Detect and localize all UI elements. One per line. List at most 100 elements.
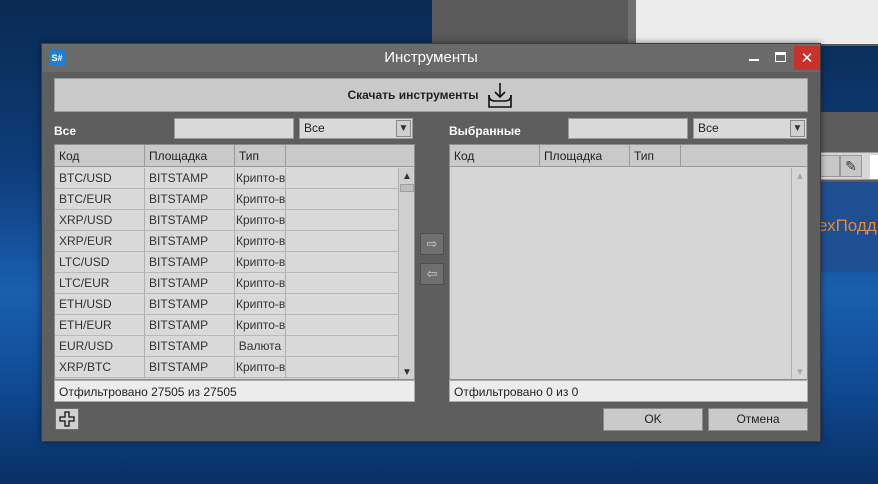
column-board[interactable]: Площадка [145,145,235,167]
right-filter-select[interactable]: Все ▼ [693,118,807,139]
cell-type: Валюта [235,336,286,356]
table-row[interactable]: XRP/BTC BITSTAMP Крипто-в [55,357,398,378]
chevron-down-icon[interactable]: ▼ [399,364,414,379]
table-row[interactable]: XRP/USD BITSTAMP Крипто-в [55,210,398,231]
cell-board: BITSTAMP [145,336,235,356]
move-left-button[interactable]: ⇦ [420,263,444,285]
left-search-input[interactable] [174,118,294,139]
maximize-button[interactable] [768,46,792,68]
chevron-up-icon[interactable]: ▲ [792,168,807,184]
cell-code: ETH/EUR [55,315,145,335]
background-orange-text: ехПодд [818,216,877,235]
cancel-button[interactable]: Отмена [708,408,808,431]
background-window-right: ✎ ехПодд [818,112,878,272]
close-icon: ✕ [800,50,814,67]
cell-filler [286,210,398,230]
ok-button[interactable]: OK [603,408,703,431]
cell-type: Крипто-в [235,189,286,209]
cell-board: BITSTAMP [145,252,235,272]
close-button[interactable]: ✕ [794,46,820,70]
right-status: Отфильтровано 0 из 0 [449,380,808,402]
column-type[interactable]: Тип [630,145,681,167]
table-row[interactable]: BTC/USD BITSTAMP Крипто-в [55,168,398,189]
chevron-down-icon[interactable]: ▼ [396,120,411,137]
cell-board: BITSTAMP [145,273,235,293]
cell-type: Крипто-в [235,210,286,230]
column-code[interactable]: Код [55,145,145,167]
move-right-button[interactable]: ⇨ [420,233,444,255]
right-search-input[interactable] [568,118,688,139]
table-row[interactable]: EUR/USD BITSTAMP Валюта [55,336,398,357]
column-type[interactable]: Тип [235,145,286,167]
cell-code: BTC/EUR [55,189,145,209]
left-grid-body: BTC/USD BITSTAMP Крипто-в BTC/EUR BITSTAMP Кр… [55,168,398,378]
cell-code: XRP/BTC [55,357,145,377]
download-label: Скачать инструменты [347,88,479,102]
cell-filler [286,189,398,209]
table-row[interactable]: BTC/EUR BITSTAMP Крипто-в [55,189,398,210]
selected-instruments-grid: Код Площадка Тип ▲ ▼ [449,144,808,380]
cell-type: Крипто-в [235,231,286,251]
chevron-up-icon[interactable]: ▲ [399,168,414,184]
cell-filler [286,357,398,377]
column-code[interactable]: Код [450,145,540,167]
left-filter-value: Все [304,121,325,135]
cell-type: Крипто-в [235,168,286,188]
cell-code: XRP/USD [55,210,145,230]
arrow-left-icon: ⇦ [426,266,438,281]
cell-type: Крипто-в [235,357,286,377]
plus-icon [59,411,75,427]
cell-board: BITSTAMP [145,168,235,188]
download-instruments-button[interactable]: Скачать инструменты [54,78,808,112]
cell-filler [286,294,398,314]
pencil-icon[interactable]: ✎ [840,155,862,177]
instruments-dialog: S# Инструменты ✕ Скачать инструменты Все… [41,43,821,442]
cell-code: LTC/EUR [55,273,145,293]
cell-board: BITSTAMP [145,294,235,314]
table-row[interactable]: LTC/USD BITSTAMP Крипто-в [55,252,398,273]
background-input [870,155,878,179]
dialog-title: Инструменты [384,49,478,66]
arrow-right-icon: ⇨ [426,236,438,251]
cell-filler [286,336,398,356]
cell-board: BITSTAMP [145,315,235,335]
cell-filler [286,273,398,293]
chevron-down-icon[interactable]: ▼ [790,120,805,137]
table-row[interactable]: ETH/EUR BITSTAMP Крипто-в [55,315,398,336]
table-row[interactable]: ETH/USD BITSTAMP Крипто-в [55,294,398,315]
right-scrollbar[interactable]: ▲ ▼ [791,168,807,379]
all-instruments-grid: Код Площадка Тип BTC/USD BITSTAMP Крипто-в… [54,144,415,380]
left-scrollbar[interactable]: ▲ ▼ [398,168,414,379]
cell-code: EUR/USD [55,336,145,356]
background-toolbar: ✎ [818,152,878,180]
right-filter-value: Все [698,121,719,135]
cell-code: LTC/USD [55,252,145,272]
title-bar: S# Инструменты ✕ [42,44,820,72]
table-row[interactable]: XRP/EUR BITSTAMP Крипто-в [55,231,398,252]
cell-board: BITSTAMP [145,189,235,209]
minimize-icon [749,59,759,61]
selected-label: Выбранные [449,124,521,138]
cell-code: ETH/USD [55,294,145,314]
cell-type: Крипто-в [235,273,286,293]
download-icon [487,83,512,108]
cell-filler [286,315,398,335]
background-window-top [432,0,878,46]
scroll-thumb[interactable] [400,184,414,192]
background-window-edge [628,0,636,46]
cell-type: Крипто-в [235,315,286,335]
cell-board: BITSTAMP [145,357,235,377]
left-filter-select[interactable]: Все ▼ [299,118,413,139]
background-tool-button[interactable] [818,155,840,177]
chevron-down-icon[interactable]: ▼ [792,364,807,379]
column-board[interactable]: Площадка [540,145,630,167]
minimize-button[interactable] [742,46,766,68]
add-button[interactable] [55,408,79,430]
cell-code: BTC/USD [55,168,145,188]
left-grid-header: Код Площадка Тип [55,145,414,167]
table-row[interactable]: LTC/EUR BITSTAMP Крипто-в [55,273,398,294]
cell-board: BITSTAMP [145,210,235,230]
cell-filler [286,231,398,251]
column-filler [681,145,807,167]
cell-type: Крипто-в [235,252,286,272]
